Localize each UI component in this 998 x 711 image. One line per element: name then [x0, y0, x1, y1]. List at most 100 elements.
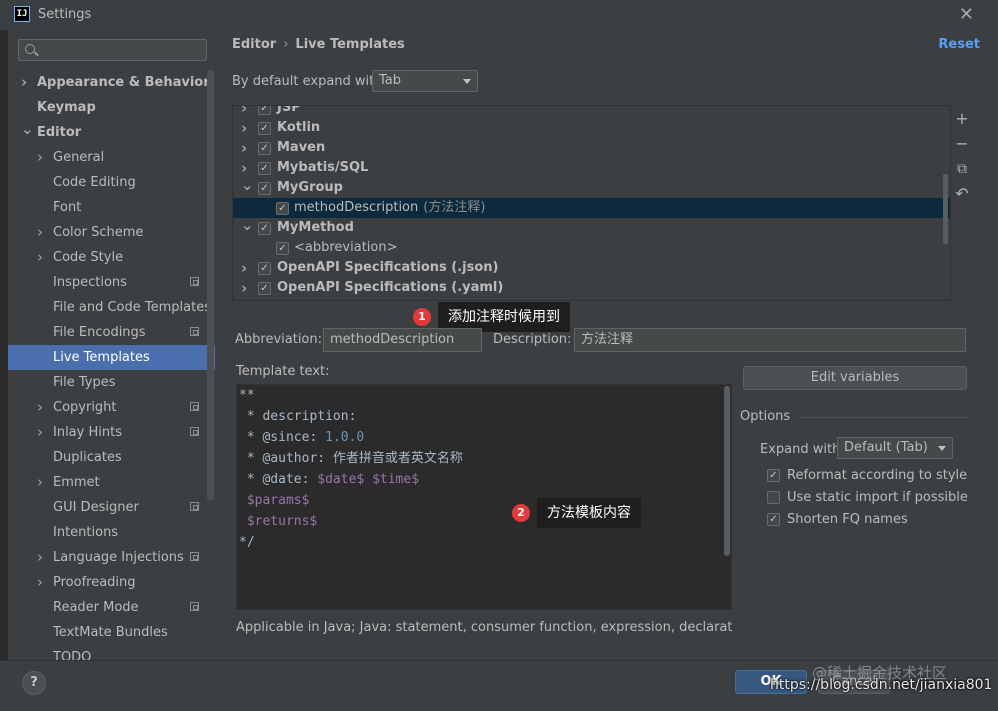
sidebar-item-color-scheme[interactable]: › Color Scheme [8, 220, 215, 245]
project-scope-icon [190, 552, 199, 561]
sidebar-item-textmate-bundles[interactable]: TextMate Bundles [8, 620, 215, 645]
chevron-right-icon[interactable]: › [37, 145, 43, 170]
sidebar-item-file-types[interactable]: File Types [8, 370, 215, 395]
reset-link[interactable]: Reset [938, 37, 980, 52]
description-input[interactable]: 方法注释 [574, 328, 966, 352]
chevron-down-icon[interactable]: ⌄ [21, 117, 34, 142]
sidebar-item-duplicates[interactable]: Duplicates [8, 445, 215, 470]
sidebar-item-file-encodings[interactable]: File Encodings [8, 320, 215, 345]
project-scope-icon [190, 502, 199, 511]
template-group-row[interactable]: › ✓ Mybatis/SQL [233, 158, 950, 178]
breadcrumb-editor[interactable]: Editor [232, 37, 276, 52]
sidebar-item-label: File Encodings [53, 325, 146, 340]
template-group-row[interactable]: ⌄ ✓ MyMethod [233, 215, 950, 238]
chevron-right-icon[interactable]: › [241, 106, 247, 118]
default-expand-select[interactable]: Tab [372, 70, 478, 92]
checkbox-checked-icon[interactable]: ✓ [258, 262, 271, 275]
sidebar-item-copyright[interactable]: › Copyright [8, 395, 215, 420]
sidebar-item-font[interactable]: Font [8, 195, 215, 220]
sidebar-item-gui-designer[interactable]: GUI Designer [8, 495, 215, 520]
chevron-right-icon[interactable]: › [21, 70, 27, 95]
code-line: ** [239, 388, 255, 403]
copy-icon[interactable]: ⧉ [954, 161, 970, 177]
chevron-down-icon[interactable]: ⌄ [241, 215, 254, 235]
reformat-checkbox[interactable]: ✓ Reformat according to style [767, 466, 967, 486]
sidebar-item-reader-mode[interactable]: Reader Mode [8, 595, 215, 620]
checkbox-checked-icon[interactable]: ✓ [258, 282, 271, 295]
chevron-down-icon[interactable]: ⌄ [241, 175, 254, 195]
chevron-right-icon[interactable]: › [37, 220, 43, 245]
static-import-checkbox[interactable]: Use static import if possible [767, 488, 968, 508]
checkbox-checked-icon[interactable]: ✓ [258, 142, 271, 155]
checkbox-checked-icon[interactable]: ✓ [258, 182, 271, 195]
chevron-right-icon[interactable]: › [37, 470, 43, 495]
sidebar-item-appearance-behavior[interactable]: › Appearance & Behavior [8, 70, 215, 95]
checkbox-checked-icon[interactable]: ✓ [258, 222, 271, 235]
sidebar-item-file-and-code-templates[interactable]: File and Code Templates [8, 295, 215, 320]
sidebar-item-general[interactable]: › General [8, 145, 215, 170]
chevron-right-icon[interactable]: › [37, 545, 43, 570]
shorten-fq-checkbox[interactable]: ✓ Shorten FQ names [767, 510, 908, 530]
add-icon[interactable]: + [954, 111, 970, 127]
template-item-row[interactable]: ✓ methodDescription (方法注释) [233, 198, 950, 218]
help-button[interactable]: ? [22, 671, 46, 695]
sidebar-item-label: Emmet [53, 475, 100, 490]
template-group-row[interactable]: › ✓ OpenAPI Specifications (.yaml) [233, 278, 950, 298]
template-text-editor[interactable]: ** * description: * @since: 1.0.0 * @aut… [236, 384, 732, 610]
edit-variables-button[interactable]: Edit variables [743, 366, 967, 390]
chevron-right-icon[interactable]: › [37, 245, 43, 270]
template-text-label: Template text: [236, 364, 330, 379]
sidebar-item-live-templates[interactable]: Live Templates [8, 345, 215, 370]
project-scope-icon [190, 277, 199, 286]
template-group-row[interactable]: › ✓ Kotlin [233, 118, 950, 138]
sidebar-item-inlay-hints[interactable]: › Inlay Hints [8, 420, 215, 445]
chevron-right-icon[interactable]: › [37, 420, 43, 445]
template-group-row[interactable]: › ✓ JSP [233, 106, 950, 118]
sidebar-item-inspections[interactable]: Inspections [8, 270, 215, 295]
chevron-right-icon[interactable]: › [37, 395, 43, 420]
template-label: <abbreviation> [294, 240, 398, 255]
abbreviation-input[interactable]: methodDescription [323, 328, 482, 352]
restore-icon[interactable]: ↶ [954, 186, 970, 202]
checkbox-checked-icon[interactable]: ✓ [276, 202, 289, 215]
applicable-contexts-link[interactable]: Applicable in Java; Java: statement, con… [236, 620, 733, 635]
chevron-right-icon[interactable]: › [241, 258, 247, 278]
sidebar-item-intentions[interactable]: Intentions [8, 520, 215, 545]
callout-badge-2: 2 [512, 504, 530, 522]
chevron-right-icon[interactable]: › [241, 278, 247, 298]
template-group-row[interactable]: › ✓ Maven [233, 138, 950, 158]
code-line: $params$ [239, 493, 310, 508]
checkbox-unchecked-icon [767, 491, 780, 504]
template-group-row[interactable]: ⌄ ✓ MyGroup [233, 175, 950, 198]
expand-with-select[interactable]: Default (Tab) [837, 437, 953, 459]
checkbox-checked-icon[interactable]: ✓ [258, 162, 271, 175]
chevron-right-icon[interactable]: › [241, 138, 247, 158]
remove-icon[interactable]: − [954, 136, 970, 152]
checkbox-checked-icon[interactable]: ✓ [276, 242, 289, 255]
chevron-right-icon[interactable]: › [241, 118, 247, 138]
sidebar-item-label: File and Code Templates [53, 300, 211, 315]
chevron-right-icon[interactable]: › [37, 570, 43, 595]
expand-with-label: Expand with [760, 442, 841, 457]
template-item-row[interactable]: ✓ <abbreviation> [233, 238, 950, 258]
project-scope-icon [190, 427, 199, 436]
sidebar-item-editor[interactable]: ⌄ Editor [8, 120, 215, 145]
template-group-row[interactable]: › ✓ OpenAPI Specifications (.json) [233, 258, 950, 278]
settings-tree: › Appearance & Behavior Keymap ⌄ Editor › Gene… [8, 70, 215, 660]
sidebar-item-language-injections[interactable]: › Language Injections [8, 545, 215, 570]
sidebar-item-proofreading[interactable]: › Proofreading [8, 570, 215, 595]
description-label: Description: [493, 332, 572, 347]
close-icon[interactable]: ✕ [959, 4, 974, 25]
editor-scrollbar[interactable] [724, 386, 730, 556]
settings-search-input[interactable] [18, 39, 207, 61]
sidebar-item-emmet[interactable]: › Emmet [8, 470, 215, 495]
checkbox-checked-icon[interactable]: ✓ [258, 106, 271, 115]
sidebar-item-code-editing[interactable]: Code Editing [8, 170, 215, 195]
sidebar-item-todo[interactable]: TODO [8, 645, 215, 660]
checkbox-checked-icon[interactable]: ✓ [258, 122, 271, 135]
templates-scrollbar[interactable] [943, 174, 948, 244]
code-line: */ [239, 535, 255, 550]
sidebar-scrollbar[interactable] [207, 70, 214, 500]
sidebar-item-keymap[interactable]: Keymap [8, 95, 215, 120]
sidebar-item-code-style[interactable]: › Code Style [8, 245, 215, 270]
